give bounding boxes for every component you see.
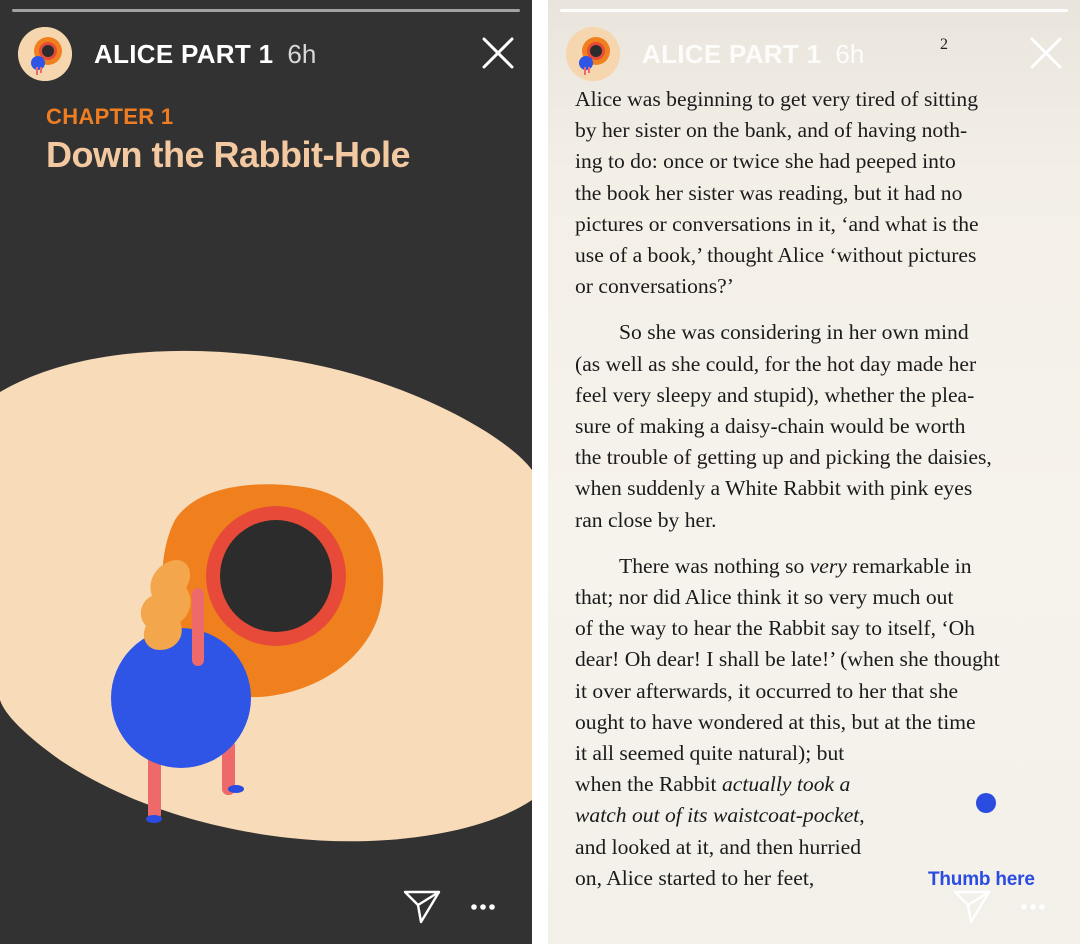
text-run: remarkable in [846, 553, 972, 578]
alice-left-shoe [146, 815, 162, 823]
alice-dress [111, 628, 251, 768]
story-header: ALICE PART 1 6h [18, 26, 516, 82]
text-line: the book her sister was reading, but it … [575, 180, 963, 205]
story-time: 6h [835, 38, 865, 69]
thumb-target-dot[interactable] [976, 793, 996, 813]
alice-right-shoe [228, 785, 244, 793]
text-run: when the Rabbit [575, 772, 722, 797]
text-run: , [859, 803, 865, 828]
hole-dark-center [220, 520, 332, 632]
story-title[interactable]: ALICE PART 1 [94, 39, 273, 70]
paragraph-3: There was nothing so very remarkable in … [575, 551, 1075, 894]
story-panel-chapter-cover[interactable]: ALICE PART 1 6h CHAPTER 1 Down the Rabbi… [0, 0, 532, 944]
close-icon [482, 37, 514, 69]
text-line: when the Rabbit actually took a [575, 769, 1075, 800]
close-button[interactable] [1028, 35, 1064, 71]
text-line: ought to have wondered at this, but at t… [575, 709, 976, 734]
text-line: ing to do: once or twice she had peeped … [575, 149, 956, 174]
text-line: by her sister on the bank, and of having… [575, 118, 968, 143]
text-line: watch out of its waistcoat-pocket, [575, 800, 1075, 831]
page-number: 2 [940, 36, 948, 53]
more-icon [471, 904, 495, 910]
text-line: dear! Oh dear! I shall be late!’ (when s… [575, 647, 1000, 672]
text-line: So she was considering in her own mind [619, 320, 969, 345]
avatar[interactable] [566, 27, 620, 81]
text-line: ran close by her. [575, 507, 717, 532]
story-title[interactable]: ALICE PART 1 [642, 39, 821, 70]
more-options-button[interactable] [1020, 900, 1048, 914]
text-line: use of a book,’ thought Alice ‘without p… [575, 243, 977, 268]
more-options-button[interactable] [470, 900, 498, 914]
text-line: There was nothing so very remarkable in [575, 551, 1075, 582]
text-line: that; nor did Alice think it so very muc… [575, 585, 954, 610]
text-line: of the way to hear the Rabbit say to its… [575, 616, 975, 641]
text-line: or conversations?’ [575, 274, 734, 299]
book-text: Alice was beginning to get very tired of… [575, 84, 1075, 894]
text-line: sure of making a daisy-chain would be wo… [575, 414, 966, 439]
more-icon [1021, 904, 1045, 910]
avatar[interactable] [18, 27, 72, 81]
avatar-logo-icon [18, 27, 72, 81]
text-line: it all seemed quite natural); but [575, 741, 845, 766]
send-icon [953, 890, 991, 924]
text-line: the trouble of getting up and picking th… [575, 445, 992, 470]
alice-arm [192, 588, 204, 666]
send-button[interactable] [952, 886, 992, 926]
text-run-italic: actually took a [721, 772, 851, 797]
story-panel-book-page[interactable]: ALICE PART 1 6h 2 Alice was beginning to… [548, 0, 1080, 944]
avatar-logo-icon [566, 27, 620, 81]
chapter-label: CHAPTER 1 [46, 104, 174, 129]
text-line: Alice was beginning to get very tired of… [575, 87, 978, 111]
text-run-italic: watch out of its waistcoat-pocket [575, 803, 860, 828]
send-icon [403, 890, 441, 924]
text-line: and looked at it, and then hurried [575, 834, 862, 859]
send-button[interactable] [402, 886, 442, 926]
paragraph-1: Alice was beginning to get very tired of… [575, 84, 1075, 302]
text-line: when suddenly a White Rabbit with pink e… [575, 476, 973, 501]
text-line: it over afterwards, it occurred to her t… [575, 678, 959, 703]
text-line: (as well as she could, for the hot day m… [575, 351, 977, 376]
text-line: pictures or conversations in it, ‘and wh… [575, 211, 979, 236]
close-button[interactable] [480, 35, 516, 71]
story-time: 6h [287, 38, 317, 69]
text-run-italic: very [809, 553, 847, 578]
text-run: There was nothing so [619, 553, 810, 578]
story-progress-bar [560, 9, 1068, 12]
story-header: ALICE PART 1 6h [566, 26, 1064, 82]
paragraph-2: So she was considering in her own mind (… [575, 317, 1075, 535]
text-line: feel very sleepy and stupid), whether th… [575, 382, 975, 407]
close-icon [1030, 37, 1062, 69]
chapter-title: Down the Rabbit-Hole [46, 134, 410, 175]
